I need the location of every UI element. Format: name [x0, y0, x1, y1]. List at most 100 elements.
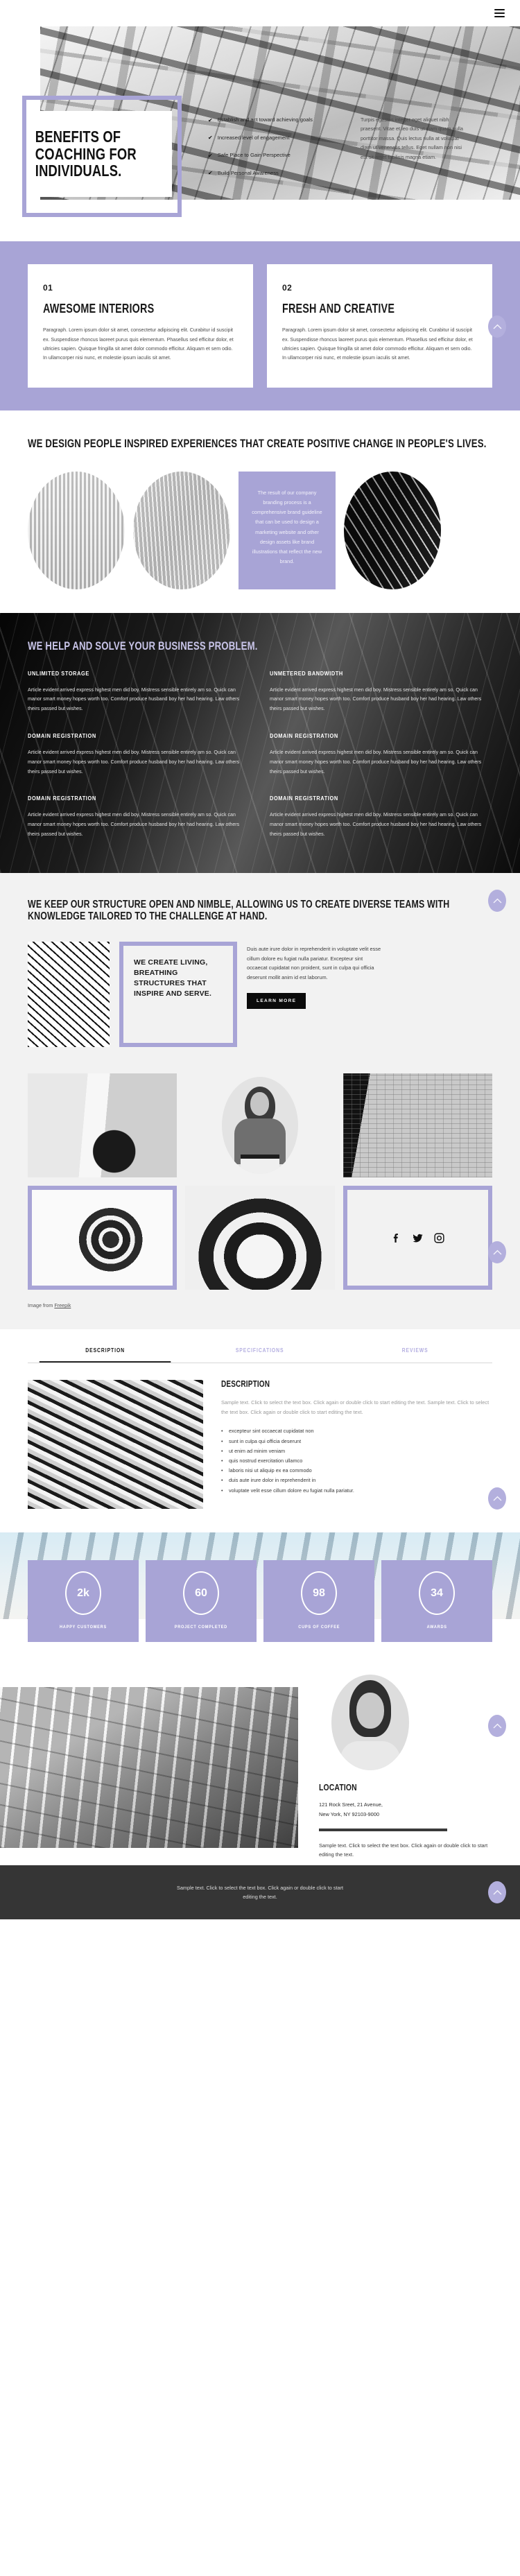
feature-card-number: 02: [282, 283, 293, 293]
scroll-to-top-button[interactable]: [488, 1881, 506, 1904]
design-media-row: The result of our company branding proce…: [28, 471, 492, 589]
location-section: LOCATION 121 Rock Sreet, 21 Avenue, New …: [0, 1675, 520, 1866]
list-item: laboris nisi ut aliquip ex ea commodo: [221, 1466, 492, 1476]
scroll-to-top-button[interactable]: [488, 1241, 506, 1264]
site-header: [0, 0, 520, 26]
check-icon: ✔: [208, 152, 213, 159]
avatar-face: [356, 1693, 384, 1729]
service-title: DOMAIN REGISTRATION: [270, 732, 338, 739]
structure-section: WE KEEP OUR STRUCTURE OPEN AND NIMBLE, A…: [0, 872, 520, 1069]
tab-reviews[interactable]: REVIEWS: [349, 1347, 480, 1363]
image-credit: Image from Freepik: [28, 1298, 492, 1325]
chevron-up-icon: [493, 324, 501, 329]
learn-more-button[interactable]: LEARN MORE: [247, 993, 306, 1010]
design-quote-box: The result of our company branding proce…: [239, 471, 336, 589]
list-item: sunt in culpa qui officia deserunt: [221, 1437, 492, 1446]
image-credit-link[interactable]: Freepik: [54, 1302, 71, 1308]
feature-card-title: FRESH AND CREATIVE: [282, 302, 395, 315]
instagram-icon[interactable]: [433, 1232, 445, 1244]
list-item: voluptate velit esse cillum dolore eu fu…: [221, 1486, 492, 1496]
stat-value: 60: [183, 1571, 219, 1616]
gallery-image-spiral-stairs: [32, 1190, 173, 1286]
service-text: Article evident arrived express highest …: [270, 749, 482, 775]
image-credit-prefix: Image from: [28, 1302, 55, 1309]
service-text: Article evident arrived express highest …: [270, 812, 482, 838]
feature-card: 01 AWESOME INTERIORS Paragraph. Lorem ip…: [28, 264, 253, 388]
tab-description[interactable]: DESCRIPTION: [39, 1347, 171, 1363]
service-title: UNLIMITED STORAGE: [28, 669, 89, 677]
stat-card: 98 CUPS OF COFFEE: [263, 1560, 374, 1643]
location-note: Sample text. Click to select the text bo…: [319, 1842, 488, 1858]
gallery-row-top: [28, 1073, 492, 1178]
scroll-to-top-button[interactable]: [488, 889, 506, 912]
service-text: Article evident arrived express highest …: [28, 686, 240, 712]
location-address-line1: 121 Rock Sreet, 21 Avenue,: [319, 1801, 383, 1808]
services-dark-section: WE HELP AND SOLVE YOUR BUSINESS PROBLEM.…: [0, 613, 520, 873]
tab-specifications[interactable]: SPECIFICATIONS: [194, 1347, 326, 1363]
hero-paragraph: Turpis egestas integer eget aliquet nibh…: [361, 116, 463, 160]
stat-value: 98: [301, 1571, 337, 1616]
footer-text: Sample text. Click to select the text bo…: [176, 1884, 344, 1901]
stats-row: 2k HAPPY CUSTOMERS 60 PROJECT COMPLETED …: [28, 1560, 492, 1643]
structure-paragraph: Duis aute irure dolor in reprehenderit i…: [247, 946, 381, 980]
feature-card-title: AWESOME INTERIORS: [43, 302, 155, 315]
service-item: DOMAIN REGISTRATION Article evident arri…: [28, 732, 250, 777]
list-item: excepteur sint occaecat cupidatat non: [221, 1426, 492, 1436]
list-item-label: Safe Place to Gain Perspective: [217, 152, 291, 158]
design-image-glass-facade: [344, 471, 441, 589]
tab-panel-intro: Sample text. Click to select the text bo…: [221, 1399, 489, 1415]
avatar-pants: [240, 1159, 279, 1175]
list-item-label: Establish and act toward achieving goals: [217, 116, 313, 123]
tab-panel-image: [28, 1380, 203, 1510]
list-item: quis nostrud exercitation ullamco: [221, 1456, 492, 1466]
service-item: UNLIMITED STORAGE Article evident arrive…: [28, 670, 250, 714]
tabs-section: DESCRIPTION SPECIFICATIONS REVIEWS DESCR…: [0, 1329, 520, 1533]
avatar: [221, 1077, 298, 1175]
design-heading: WE DESIGN PEOPLE INSPIRED EXPERIENCES TH…: [28, 437, 487, 450]
facebook-icon[interactable]: [390, 1232, 402, 1244]
tab-panel-text: DESCRIPTION Sample text. Click to select…: [221, 1380, 492, 1509]
service-item: DOMAIN REGISTRATION Article evident arri…: [28, 795, 250, 839]
design-section: WE DESIGN PEOPLE INSPIRED EXPERIENCES TH…: [0, 315, 520, 613]
gallery-image-brick-building: [343, 1073, 492, 1178]
gallery-section: Image from Freepik: [0, 1068, 520, 1330]
list-item: ✔ Increased level of engagement: [208, 133, 333, 144]
list-item-label: Increased level of engagement: [217, 134, 290, 141]
stat-label: PROJECT COMPLETED: [174, 1625, 228, 1630]
structure-framed-quote: WE CREATE LIVING, BREATHING STRUCTURES T…: [119, 942, 237, 1048]
service-title: DOMAIN REGISTRATION: [28, 795, 96, 802]
scroll-to-top-button[interactable]: [488, 1487, 506, 1510]
structure-row: WE CREATE LIVING, BREATHING STRUCTURES T…: [28, 942, 492, 1048]
chevron-up-icon: [493, 1890, 501, 1895]
stat-card: 34 AWARDS: [381, 1560, 492, 1643]
scroll-to-top-button[interactable]: [488, 315, 506, 338]
hero-benefit-list: ✔ Establish and act toward achieving goa…: [208, 115, 333, 186]
service-text: Article evident arrived express highest …: [28, 749, 240, 775]
service-item: UNMETERED BANDWIDTH Article evident arri…: [270, 670, 492, 714]
service-item: DOMAIN REGISTRATION Article evident arri…: [270, 732, 492, 777]
services-grid: UNLIMITED STORAGE Article evident arrive…: [28, 670, 492, 840]
scroll-to-top-button[interactable]: [488, 1715, 506, 1738]
tab-panel: DESCRIPTION Sample text. Click to select…: [28, 1363, 492, 1510]
landing-page: BENEFITS OF COACHING FOR INDIVIDUALS. ✔ …: [0, 0, 520, 1920]
location-avatar: [331, 1675, 409, 1771]
feature-cards-section: 01 AWESOME INTERIORS Paragraph. Lorem ip…: [0, 241, 520, 410]
hero-section: BENEFITS OF COACHING FOR INDIVIDUALS. ✔ …: [0, 26, 520, 241]
feature-card: 02 FRESH AND CREATIVE Paragraph. Lorem i…: [267, 264, 492, 388]
chevron-up-icon: [493, 898, 501, 904]
structure-framed-title: WE CREATE LIVING, BREATHING STRUCTURES T…: [134, 958, 212, 999]
service-title: DOMAIN REGISTRATION: [270, 795, 338, 802]
gallery-row-bottom: [28, 1186, 492, 1290]
twitter-icon[interactable]: [412, 1232, 424, 1244]
hamburger-menu-icon[interactable]: [494, 7, 505, 19]
gallery-framed-spiral: [28, 1186, 177, 1290]
service-item: DOMAIN REGISTRATION Article evident arri…: [270, 795, 492, 839]
list-item: ut enim ad minim veniam: [221, 1446, 492, 1456]
design-image-wrapped-building: [133, 471, 230, 589]
gallery-image-archway: [28, 1073, 177, 1178]
stat-value: 34: [419, 1571, 455, 1616]
structure-image: [28, 942, 110, 1048]
feature-card-number: 01: [43, 283, 53, 293]
list-item: ✔ Build Personal Awareness: [208, 168, 333, 179]
stat-value: 2k: [65, 1571, 101, 1616]
